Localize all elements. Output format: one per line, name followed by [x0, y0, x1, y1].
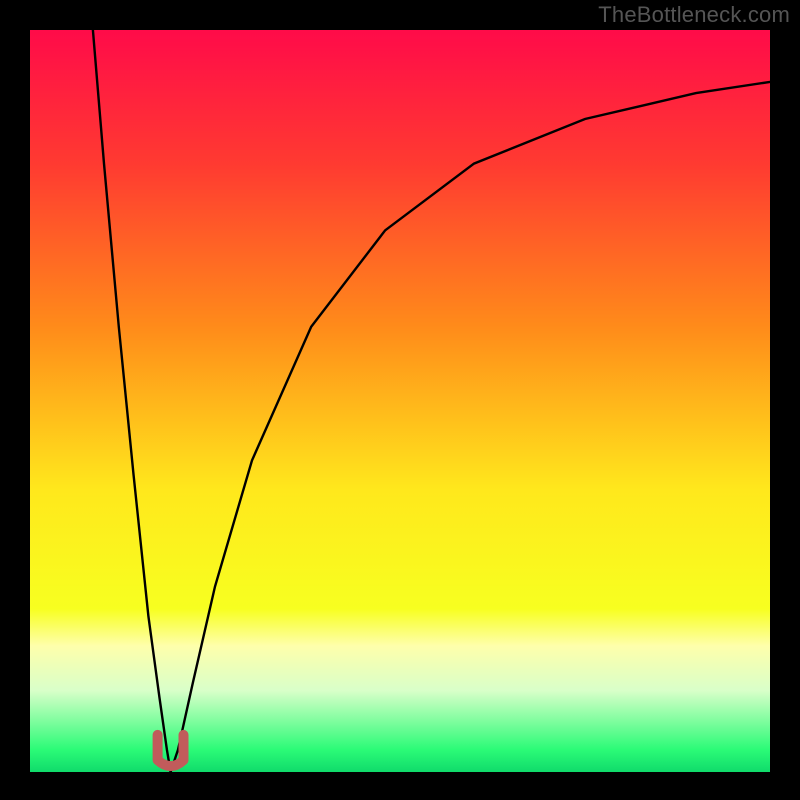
gradient-background [30, 30, 770, 772]
chart-frame: TheBottleneck.com [0, 0, 800, 800]
bottleneck-chart [30, 30, 770, 772]
watermark-text: TheBottleneck.com [598, 2, 790, 28]
